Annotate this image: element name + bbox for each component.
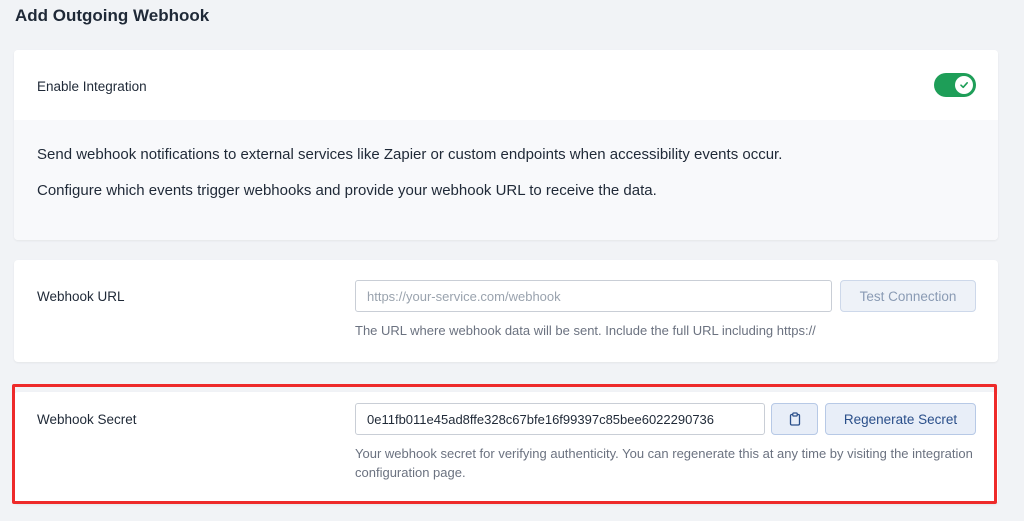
webhook-secret-input[interactable] — [355, 403, 765, 435]
webhook-url-input[interactable] — [355, 280, 832, 312]
test-connection-button[interactable]: Test Connection — [840, 280, 976, 312]
page-title: Add Outgoing Webhook — [15, 6, 210, 25]
webhook-secret-card: Webhook Secret Regenerate Secret Your we… — [14, 392, 998, 504]
description-line-1: Send webhook notifications to external s… — [37, 146, 783, 163]
webhook-url-label: Webhook URL — [37, 289, 125, 304]
webhook-secret-label: Webhook Secret — [37, 412, 137, 427]
webhook-url-help: The URL where webhook data will be sent.… — [355, 323, 816, 338]
enable-integration-toggle[interactable] — [934, 73, 976, 97]
toggle-knob — [955, 76, 973, 94]
webhook-url-card: Webhook URL Test Connection The URL wher… — [14, 260, 998, 362]
enable-integration-row: Enable Integration — [14, 50, 998, 120]
integration-description: Send webhook notifications to external s… — [14, 120, 998, 240]
webhook-secret-help: Your webhook secret for verifying authen… — [355, 446, 973, 480]
check-icon — [960, 82, 968, 89]
description-line-2: Configure which events trigger webhooks … — [37, 182, 657, 199]
enable-integration-label: Enable Integration — [37, 79, 147, 94]
clipboard-icon — [789, 412, 800, 426]
copy-secret-button[interactable] — [771, 403, 818, 435]
integration-card: Enable Integration Send webhook notifica… — [14, 50, 998, 240]
regenerate-secret-button[interactable]: Regenerate Secret — [825, 403, 976, 435]
